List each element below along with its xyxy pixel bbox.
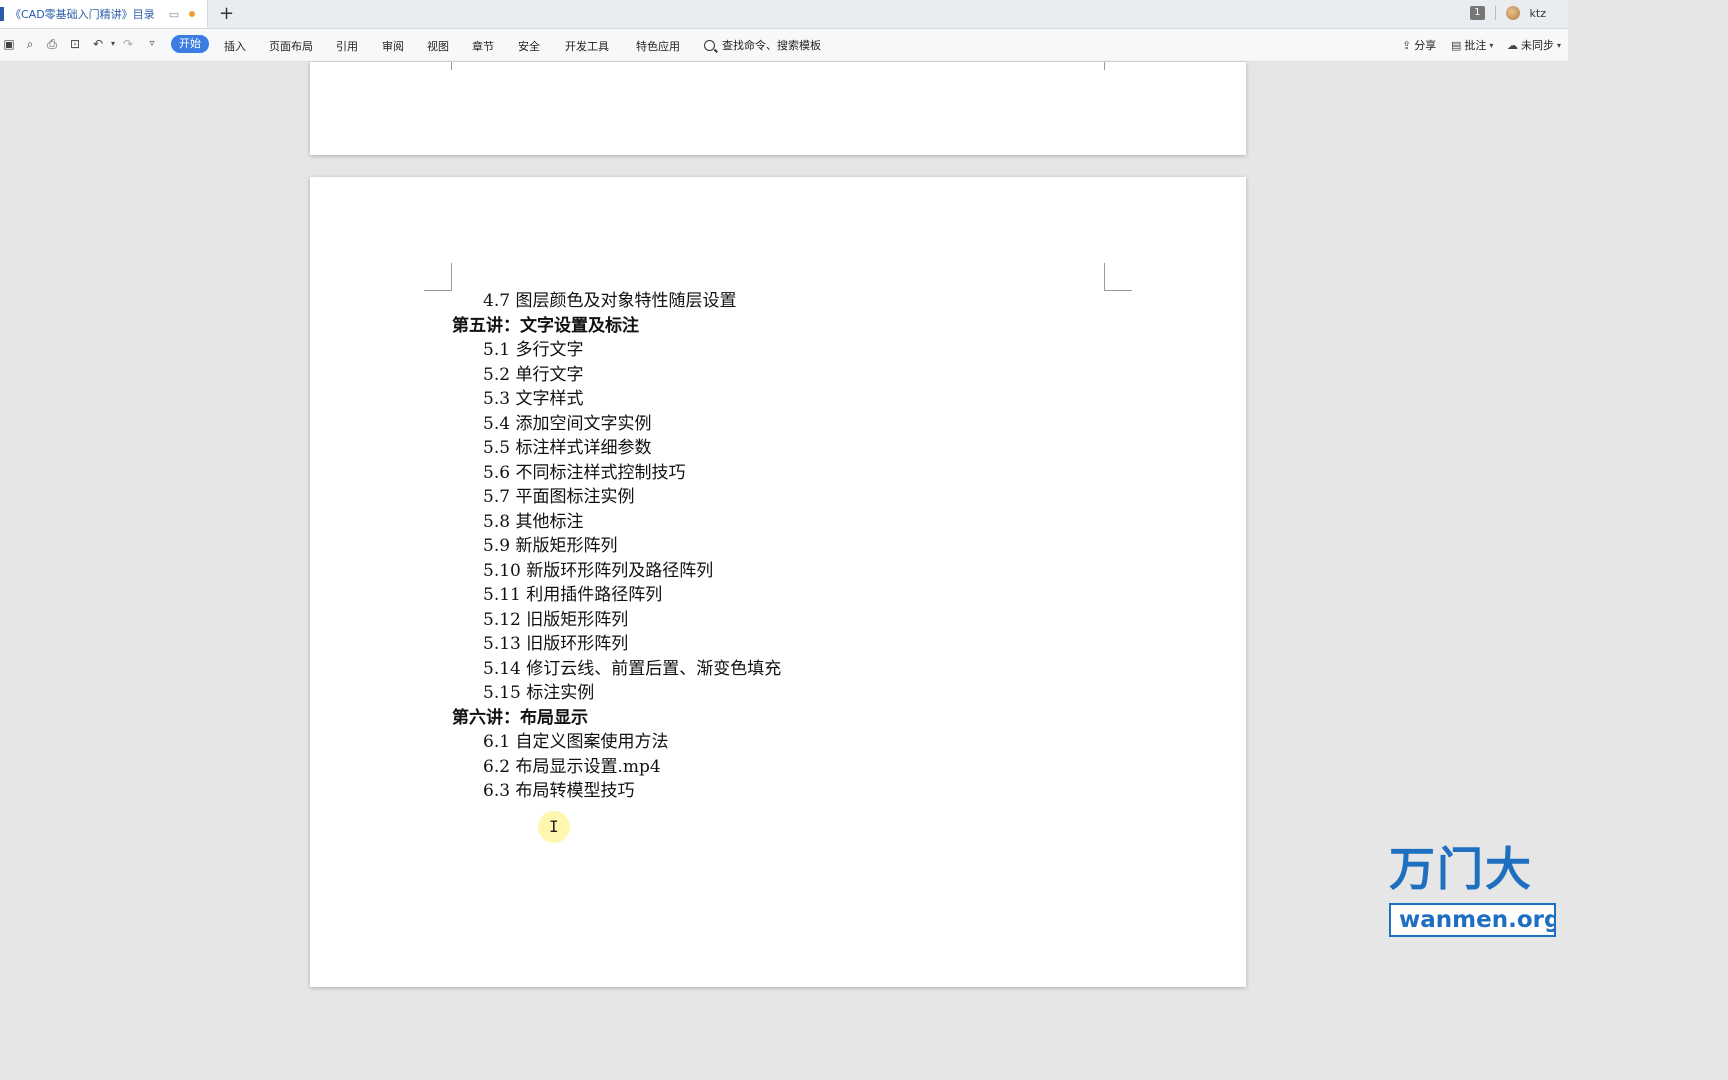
menu-chapter[interactable]: 章节 <box>472 38 494 54</box>
comment-label: 批注 <box>1464 39 1487 52</box>
toc-entry[interactable]: 6.2 布局显示设置.mp4 <box>483 757 661 777</box>
toc-entry[interactable]: 5.1 多行文字 <box>483 340 583 360</box>
tab-bar: 《CAD零基础入门精讲》目录 ▭ + 1 ktz <box>0 0 1568 29</box>
toc-entry[interactable]: 4.7 图层颜色及对象特性随层设置 <box>483 291 736 311</box>
share-button[interactable]: ⇪ 分享 <box>1402 37 1436 53</box>
format-painter-icon[interactable]: ⌕ <box>23 37 37 51</box>
print-icon[interactable]: ⎙ <box>45 37 59 51</box>
document-page[interactable]: 4.7 图层颜色及对象特性随层设置第五讲：文字设置及标注 5.1 多行文字 5.2 … <box>310 177 1246 987</box>
toc-chapter-heading[interactable]: 第五讲：文字设置及标注 <box>452 316 639 336</box>
menu-insert[interactable]: 插入 <box>224 38 246 54</box>
crop-mark <box>1104 263 1105 291</box>
unsaved-dot-icon <box>189 11 196 17</box>
undo-icon[interactable]: ↶ <box>91 37 105 51</box>
tab-accent <box>0 7 4 21</box>
document-page-previous <box>310 62 1246 155</box>
sync-button[interactable]: ☁ 未同步 ▾ <box>1507 37 1561 53</box>
toc-entry[interactable]: 5.10 新版环形阵列及路径阵列 <box>483 561 713 581</box>
toc-entry[interactable]: 6.1 自定义图案使用方法 <box>483 732 668 752</box>
toc-entry[interactable]: 5.9 新版矩形阵列 <box>483 536 617 556</box>
command-search-label: 查找命令、搜索模板 <box>722 39 821 52</box>
share-label: 分享 <box>1414 39 1437 52</box>
command-search[interactable]: 查找命令、搜索模板 <box>704 37 821 53</box>
print-preview-icon[interactable]: ⊡ <box>68 37 82 51</box>
menu-page-layout[interactable]: 页面布局 <box>269 38 313 54</box>
share-icon: ⇪ <box>1402 38 1412 52</box>
toc-entry[interactable]: 5.14 修订云线、前置后置、渐变色填充 <box>483 659 781 679</box>
user-name[interactable]: ktz <box>1530 7 1546 20</box>
watermark-cn: 万门大 <box>1389 842 1533 896</box>
ribbon-toolbar: ▣ ⌕ ⎙ ⊡ ↶ ▾ ↷ ▿ 开始 插入 页面布局 引用 审阅 视图 章节 安… <box>0 29 1568 62</box>
crop-mark <box>451 62 452 70</box>
toc-chapter-heading[interactable]: 第六讲：布局显示 <box>452 708 588 728</box>
crop-mark <box>451 263 452 291</box>
page-count-badge[interactable]: 1 <box>1470 6 1485 20</box>
search-icon <box>704 39 715 51</box>
menu-start[interactable]: 开始 <box>171 35 209 53</box>
comment-button[interactable]: ▤ 批注 ▾ <box>1451 37 1493 53</box>
toc-entry[interactable]: 5.5 标注样式详细参数 <box>483 438 651 458</box>
redo-icon[interactable]: ↷ <box>121 37 135 51</box>
divider <box>1494 6 1496 20</box>
new-tab-button[interactable]: + <box>219 3 234 25</box>
menu-review[interactable]: 审阅 <box>382 38 404 54</box>
toc-entry[interactable]: 5.6 不同标注样式控制技巧 <box>483 463 685 483</box>
chevron-down-icon: ▾ <box>1489 40 1494 50</box>
document-tab[interactable]: 《CAD零基础入门精讲》目录 ▭ <box>0 0 208 28</box>
toc-entry[interactable]: 5.11 利用插件路径阵列 <box>483 585 662 605</box>
avatar[interactable] <box>1505 6 1520 20</box>
text-cursor-icon: I <box>549 817 559 836</box>
crop-mark <box>1104 290 1132 291</box>
more-icon[interactable]: ▿ <box>145 37 159 51</box>
undo-dropdown-icon[interactable]: ▾ <box>106 37 120 51</box>
menu-references[interactable]: 引用 <box>336 38 358 54</box>
menu-special-apps[interactable]: 特色应用 <box>636 38 680 54</box>
crop-mark <box>424 290 452 291</box>
toc-entry[interactable]: 5.2 单行文字 <box>483 365 583 385</box>
sync-label: 未同步 <box>1521 39 1554 52</box>
chevron-down-icon: ▾ <box>1557 40 1562 50</box>
menu-view[interactable]: 视图 <box>427 38 449 54</box>
toc-entry[interactable]: 5.8 其他标注 <box>483 512 583 532</box>
toc-entry[interactable]: 5.4 添加空间文字实例 <box>483 414 651 434</box>
toc-entry[interactable]: 5.13 旧版环形阵列 <box>483 634 628 654</box>
save-icon[interactable]: ▣ <box>2 37 16 51</box>
monitor-icon[interactable]: ▭ <box>169 8 179 21</box>
cloud-icon: ☁ <box>1507 38 1518 52</box>
toc-entry[interactable]: 5.12 旧版矩形阵列 <box>483 610 628 630</box>
toc-entry[interactable]: 5.15 标注实例 <box>483 683 594 703</box>
window-info: 1 ktz <box>1470 6 1546 20</box>
watermark-logo: 万门大 wanmen.org <box>1389 841 1568 937</box>
menu-developer[interactable]: 开发工具 <box>565 38 609 54</box>
watermark-en: wanmen.org <box>1389 903 1556 937</box>
toc-entry[interactable]: 6.3 布局转模型技巧 <box>483 781 634 801</box>
tab-title: 《CAD零基础入门精讲》目录 <box>10 8 155 21</box>
menu-security[interactable]: 安全 <box>518 38 540 54</box>
toc-entry[interactable]: 5.3 文字样式 <box>483 389 583 409</box>
comment-icon: ▤ <box>1451 38 1462 52</box>
toc-entry[interactable]: 5.7 平面图标注实例 <box>483 487 634 507</box>
crop-mark <box>1104 62 1105 70</box>
